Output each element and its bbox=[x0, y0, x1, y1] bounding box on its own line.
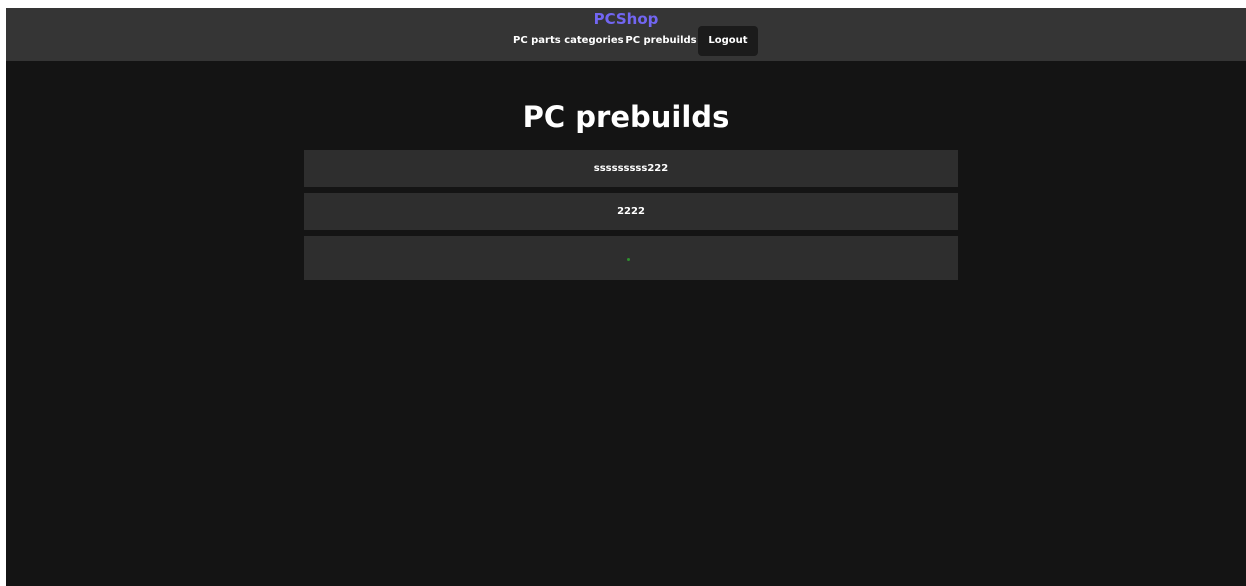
nav-link-pc-prebuilds[interactable]: PC prebuilds bbox=[625, 33, 697, 49]
page-title: PC prebuilds bbox=[522, 100, 730, 134]
logout-button[interactable]: Logout bbox=[698, 26, 758, 56]
prebuild-card[interactable]: 2222 bbox=[304, 193, 958, 230]
app-root: PCShop PC parts categories PC prebuilds … bbox=[6, 8, 1246, 586]
brand-logo[interactable]: PCShop bbox=[6, 9, 1246, 29]
prebuild-card[interactable] bbox=[304, 236, 958, 280]
status-dot-icon bbox=[627, 258, 630, 261]
prebuild-card[interactable]: sssssssss222 bbox=[304, 150, 958, 187]
navbar: PCShop PC parts categories PC prebuilds … bbox=[6, 8, 1246, 61]
nav-link-pc-parts-categories[interactable]: PC parts categories bbox=[513, 33, 624, 49]
